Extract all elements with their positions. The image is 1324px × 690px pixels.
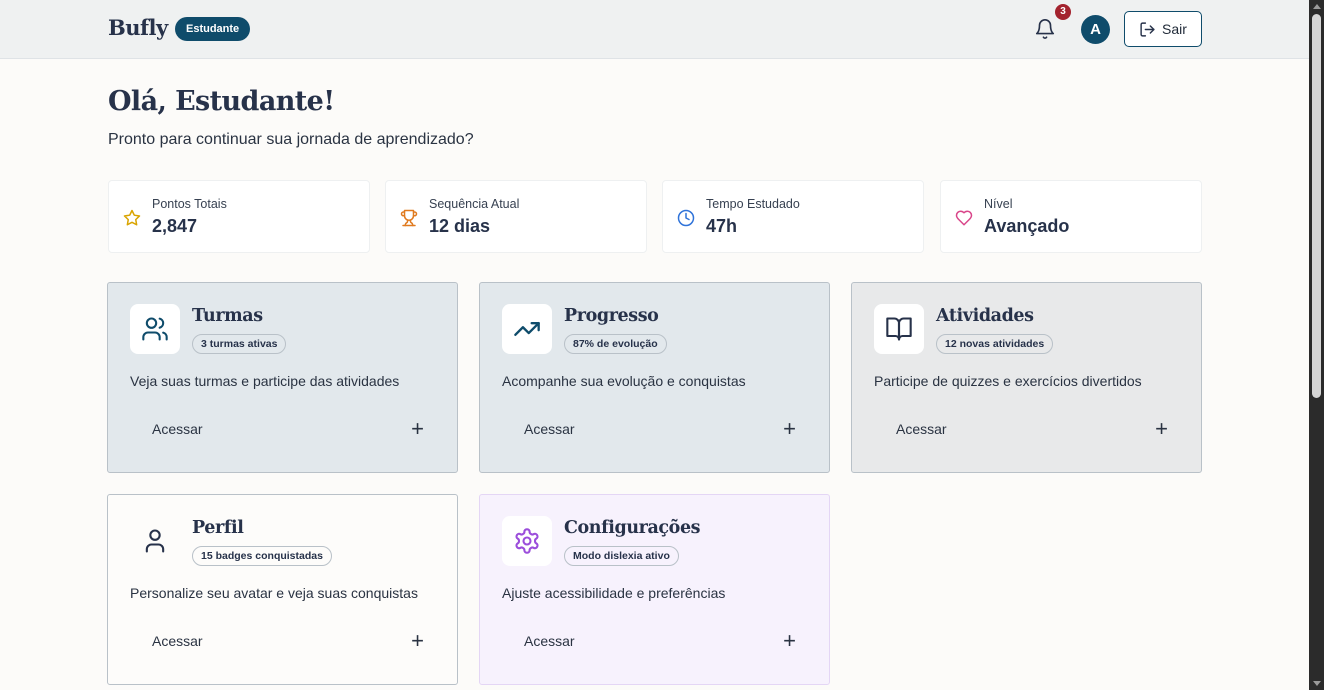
- card-title: Atividades: [936, 306, 1034, 326]
- card-title: Configurações: [564, 518, 701, 538]
- stat-label: Sequência Atual: [429, 197, 520, 211]
- access-label: Acessar: [524, 633, 575, 649]
- bell-icon[interactable]: [1034, 18, 1056, 40]
- brand-logo[interactable]: Bufly: [108, 15, 168, 40]
- card-badge: 15 badges conquistadas: [192, 546, 332, 566]
- user-icon: [145, 529, 165, 553]
- page-viewport: Bufly Estudante 3 A Sair Olá, Estudante!…: [0, 0, 1309, 690]
- access-button[interactable]: Acessar +: [874, 413, 1182, 445]
- avatar[interactable]: A: [1081, 15, 1110, 44]
- card-description: Veja suas turmas e participe das ativida…: [130, 373, 400, 389]
- stat-value: 2,847: [152, 216, 198, 236]
- access-label: Acessar: [524, 421, 575, 437]
- stat-value: Avançado: [984, 216, 1070, 236]
- scrollbar-thumb[interactable]: [1312, 14, 1321, 398]
- card-title: Progresso: [564, 306, 659, 326]
- logout-button[interactable]: Sair: [1124, 11, 1202, 47]
- card-title: Perfil: [192, 518, 244, 538]
- card-perfil[interactable]: Perfil 15 badges conquistadas Personaliz…: [107, 494, 458, 685]
- card-badge: 12 novas atividades: [936, 334, 1054, 354]
- scroll-down-arrow-icon[interactable]: [1313, 681, 1321, 686]
- stat-study-time: Tempo Estudado 47h: [662, 180, 924, 253]
- page-title: Olá, Estudante!: [108, 86, 335, 117]
- access-label: Acessar: [152, 633, 203, 649]
- stat-value: 12 dias: [429, 216, 491, 236]
- heart-icon: [955, 210, 973, 226]
- access-button[interactable]: Acessar +: [502, 625, 810, 657]
- card-icon-box: [130, 304, 180, 354]
- stat-label: Pontos Totais: [152, 197, 227, 211]
- logout-icon: [1140, 21, 1155, 37]
- stat-level: Nível Avançado: [940, 180, 1202, 253]
- notification-count-badge: 3: [1055, 4, 1071, 20]
- card-icon-box: [130, 516, 180, 566]
- plus-icon: +: [411, 416, 424, 441]
- card-icon-box: [502, 516, 552, 566]
- plus-icon: +: [783, 628, 796, 653]
- stat-total-points: Pontos Totais 2,847: [108, 180, 370, 253]
- card-description: Ajuste acessibilidade e preferências: [502, 585, 726, 601]
- stat-label: Tempo Estudado: [706, 197, 800, 211]
- card-badge: 3 turmas ativas: [192, 334, 287, 354]
- scroll-up-arrow-icon[interactable]: [1313, 4, 1321, 9]
- card-configuracoes[interactable]: Configurações Modo dislexia ativo Ajuste…: [479, 494, 830, 685]
- card-turmas[interactable]: Turmas 3 turmas ativas Veja suas turmas …: [107, 282, 458, 473]
- plus-icon: +: [1155, 416, 1168, 441]
- plus-icon: +: [783, 416, 796, 441]
- card-icon-box: [874, 304, 924, 354]
- card-atividades[interactable]: Atividades 12 novas atividades Participe…: [851, 282, 1202, 473]
- plus-icon: +: [411, 628, 424, 653]
- card-badge: 87% de evolução: [564, 334, 667, 354]
- stat-value: 47h: [706, 216, 738, 236]
- role-badge: Estudante: [175, 17, 251, 41]
- stat-label: Nível: [984, 197, 1013, 211]
- page-subtitle: Pronto para continuar sua jornada de apr…: [108, 131, 474, 148]
- stat-current-streak: Sequência Atual 12 dias: [385, 180, 647, 253]
- star-icon: [123, 209, 141, 226]
- book-icon: [886, 317, 912, 341]
- access-label: Acessar: [152, 421, 203, 437]
- access-label: Acessar: [896, 421, 947, 437]
- card-icon-box: [502, 304, 552, 354]
- top-header: Bufly Estudante 3 A Sair: [0, 0, 1309, 59]
- card-progresso[interactable]: Progresso 87% de evolução Acompanhe sua …: [479, 282, 830, 473]
- users-icon: [142, 317, 168, 341]
- trophy-icon: [400, 209, 418, 227]
- logout-label: Sair: [1162, 21, 1187, 37]
- card-description: Participe de quizzes e exercícios divert…: [874, 373, 1142, 389]
- clock-icon: [677, 209, 695, 227]
- card-badge: Modo dislexia ativo: [564, 546, 679, 566]
- card-description: Personalize seu avatar e veja suas conqu…: [130, 585, 418, 601]
- access-button[interactable]: Acessar +: [130, 413, 438, 445]
- trending-up-icon: [514, 322, 540, 336]
- gear-icon: [515, 528, 539, 554]
- access-button[interactable]: Acessar +: [502, 413, 810, 445]
- access-button[interactable]: Acessar +: [130, 625, 438, 657]
- vertical-scrollbar[interactable]: [1309, 0, 1324, 690]
- card-description: Acompanhe sua evolução e conquistas: [502, 373, 746, 389]
- card-title: Turmas: [192, 306, 263, 326]
